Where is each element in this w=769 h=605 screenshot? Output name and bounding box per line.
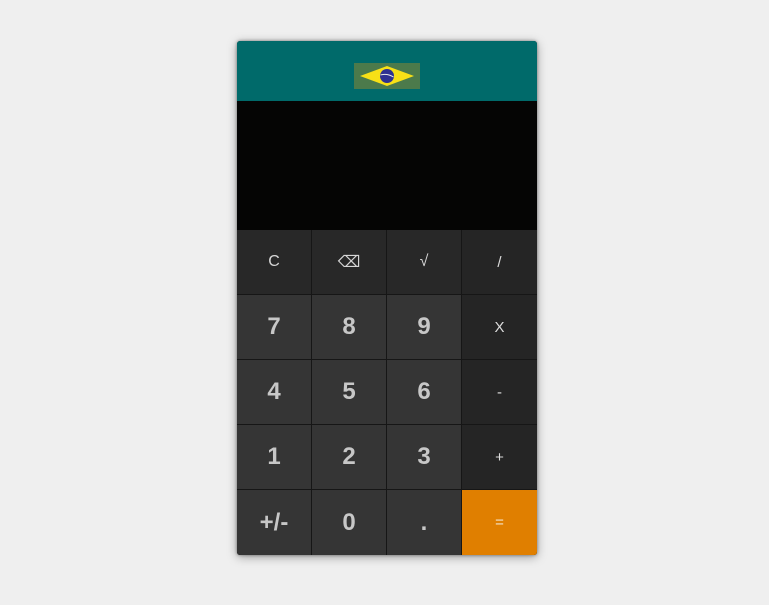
brazil-flag-icon xyxy=(354,63,420,89)
digit-1-button[interactable]: 1 xyxy=(237,425,312,490)
divide-button[interactable]: / xyxy=(462,230,537,295)
subtract-button[interactable]: - xyxy=(462,360,537,425)
decimal-point-button[interactable]: . xyxy=(387,490,462,555)
digit-0-button[interactable]: 0 xyxy=(312,490,387,555)
digit-6-button[interactable]: 6 xyxy=(387,360,462,425)
digit-4-button[interactable]: 4 xyxy=(237,360,312,425)
clear-button[interactable]: C xyxy=(237,230,312,295)
digit-8-button[interactable]: 8 xyxy=(312,295,387,360)
keypad: C ⌫ √ / 7 8 9 X 4 5 6 - 1 2 3 + +/- 0 . … xyxy=(237,230,537,555)
negate-button[interactable]: +/- xyxy=(237,490,312,555)
digit-2-button[interactable]: 2 xyxy=(312,425,387,490)
equals-button[interactable]: = xyxy=(462,490,537,555)
digit-5-button[interactable]: 5 xyxy=(312,360,387,425)
add-button[interactable]: + xyxy=(462,425,537,490)
calculator: C ⌫ √ / 7 8 9 X 4 5 6 - 1 2 3 + +/- 0 . … xyxy=(237,41,537,555)
calculator-display xyxy=(237,101,537,230)
multiply-button[interactable]: X xyxy=(462,295,537,360)
digit-3-button[interactable]: 3 xyxy=(387,425,462,490)
digit-9-button[interactable]: 9 xyxy=(387,295,462,360)
calculator-header xyxy=(237,41,537,101)
digit-7-button[interactable]: 7 xyxy=(237,295,312,360)
square-root-button[interactable]: √ xyxy=(387,230,462,295)
backspace-button[interactable]: ⌫ xyxy=(312,230,387,295)
